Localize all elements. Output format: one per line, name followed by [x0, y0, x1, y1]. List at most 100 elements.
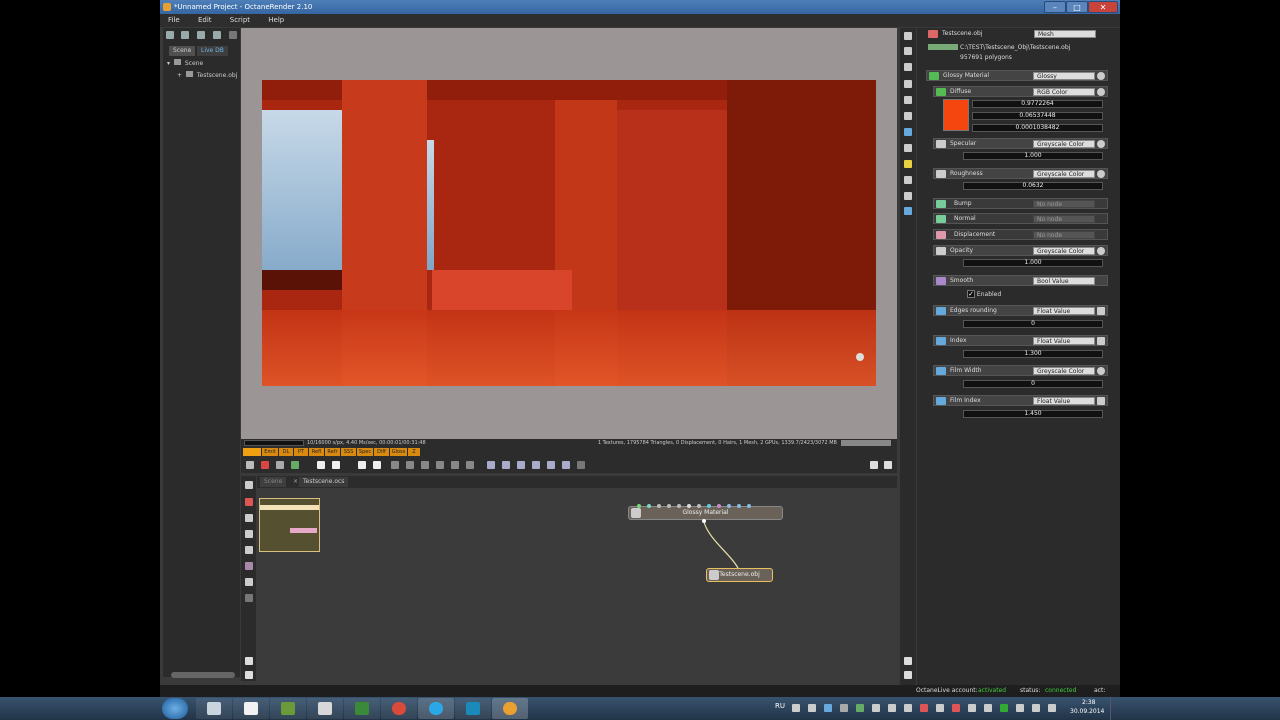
material-row[interactable]: Glossy Material Glossy [926, 70, 1108, 81]
film-index-slider[interactable]: 1.450 [963, 410, 1103, 418]
subsample-icon[interactable] [562, 461, 570, 469]
refresh-icon[interactable] [197, 31, 205, 39]
tray-icon-2[interactable] [808, 704, 816, 712]
horizontal-scrollbar[interactable] [171, 672, 235, 678]
render-viewport[interactable] [241, 28, 897, 439]
taskbar-app4[interactable] [307, 698, 343, 719]
language-indicator[interactable]: RU [775, 702, 785, 710]
object-picker-icon[interactable] [466, 461, 474, 469]
pick-icon[interactable] [276, 461, 284, 469]
film-width-eye-icon[interactable] [1097, 367, 1105, 375]
pass-pt[interactable]: PT [294, 448, 308, 456]
insp-material-icon[interactable] [904, 128, 912, 136]
tray-icon-3[interactable] [824, 704, 832, 712]
graph-navigator[interactable] [259, 498, 320, 552]
roughness-type-dropdown[interactable]: Greyscale Color [1033, 170, 1095, 178]
pass-emit[interactable]: Emit [262, 448, 278, 456]
pass-dl[interactable]: DL [279, 448, 293, 456]
film-index-type-dropdown[interactable]: Float Value [1033, 397, 1095, 405]
graph-node-icon[interactable] [245, 546, 253, 554]
menu-script[interactable]: Script [222, 14, 258, 27]
white-balance-icon[interactable] [436, 461, 444, 469]
menu-edit[interactable]: Edit [190, 14, 220, 27]
normal-dropdown[interactable]: No node [1033, 215, 1095, 223]
start-icon[interactable] [373, 461, 381, 469]
bump-dropdown[interactable]: No node [1033, 200, 1095, 208]
taskbar-chrome[interactable] [381, 698, 417, 719]
displacement-dropdown[interactable]: No node [1033, 231, 1095, 239]
diffuse-g-slider[interactable]: 0.06537448 [972, 112, 1103, 120]
opacity-eye-icon[interactable] [1097, 247, 1105, 255]
diffuse-b-slider[interactable]: 0.0001038482 [972, 124, 1103, 132]
graph-layout-icon[interactable] [245, 530, 253, 538]
edges-curve-icon[interactable] [1097, 307, 1105, 315]
smooth-checkbox-row[interactable]: ✓ Enabled [967, 290, 1087, 298]
pass-refr[interactable]: Refr [325, 448, 340, 456]
network-icon[interactable] [1032, 704, 1040, 712]
displacement-row[interactable]: Displacement No node [933, 229, 1108, 240]
tray-icon-12[interactable] [968, 704, 976, 712]
tab-live-db[interactable]: Live DB [197, 46, 228, 56]
tray-icon-7[interactable] [888, 704, 896, 712]
pass-main[interactable] [243, 448, 261, 456]
specular-slider[interactable]: 1.000 [963, 152, 1103, 160]
bump-row[interactable]: Bump No node [933, 198, 1108, 209]
smooth-row[interactable]: Smooth Bool Value [933, 275, 1108, 286]
taskbar-octane[interactable] [492, 698, 528, 719]
restart-icon[interactable] [332, 461, 340, 469]
clay-icon[interactable] [547, 461, 555, 469]
insp-camera-icon[interactable] [904, 96, 912, 104]
pin-icon[interactable] [229, 31, 237, 39]
camera-icon[interactable] [246, 461, 254, 469]
graph-texture-icon[interactable] [245, 562, 253, 570]
insp-script-icon[interactable] [904, 192, 912, 200]
insp-info-icon[interactable] [904, 207, 912, 215]
insp-fullscreen-icon[interactable] [904, 671, 912, 679]
tray-icon-1[interactable] [792, 704, 800, 712]
tray-icon-14[interactable] [1000, 704, 1008, 712]
material-picker-icon[interactable] [451, 461, 459, 469]
gear-icon[interactable] [517, 461, 525, 469]
index-curve-icon[interactable] [1097, 337, 1105, 345]
testscene-mesh-node[interactable]: Testscene.obj [706, 568, 773, 582]
insp-env-icon[interactable] [904, 144, 912, 152]
edges-type-dropdown[interactable]: Float Value [1033, 307, 1095, 315]
diffuse-eye-icon[interactable] [1097, 88, 1105, 96]
graph-tab-scene[interactable]: Scene [260, 477, 287, 487]
insp-mesh-icon[interactable] [904, 112, 912, 120]
index-slider[interactable]: 1.300 [963, 350, 1103, 358]
save-image-icon[interactable] [532, 461, 540, 469]
insp-home-icon[interactable] [904, 32, 912, 40]
diffuse-row[interactable]: Diffuse RGB Color [933, 86, 1108, 97]
clock-time[interactable]: 2:38 [1082, 699, 1095, 706]
film-width-type-dropdown[interactable]: Greyscale Color [1033, 367, 1095, 375]
wrench-icon[interactable] [213, 31, 221, 39]
maximize-button[interactable]: □ [1066, 1, 1088, 13]
pass-gloss[interactable]: Gloss [390, 448, 407, 456]
fullscreen-icon[interactable] [884, 461, 892, 469]
lock-icon[interactable] [487, 461, 495, 469]
graph-camera-icon[interactable] [245, 578, 253, 586]
tray-icon-10[interactable] [936, 704, 944, 712]
film-width-row[interactable]: Film Width Greyscale Color [933, 365, 1108, 376]
tray-icon-13[interactable] [984, 704, 992, 712]
pass-diff[interactable]: Diff [374, 448, 389, 456]
tray-icon-9[interactable] [920, 704, 928, 712]
node-graph[interactable]: Scene × Testscene.ocs Glossy Material Te… [257, 476, 897, 681]
taskbar-skype[interactable] [418, 698, 454, 719]
show-desktop-button[interactable] [1110, 697, 1118, 720]
roughness-row[interactable]: Roughness Greyscale Color [933, 168, 1108, 179]
film-width-slider[interactable]: 0 [963, 380, 1103, 388]
graph-tool-icon[interactable] [245, 481, 253, 489]
edges-row[interactable]: Edges rounding Float Value [933, 305, 1108, 316]
focus-picker-icon[interactable] [856, 353, 864, 361]
tray-icon-11[interactable] [952, 704, 960, 712]
mesh-reload-icons[interactable] [928, 44, 958, 50]
tree-item-mesh[interactable]: + Testscene.obj [177, 71, 237, 79]
close-tab-icon[interactable]: × [293, 478, 298, 485]
specular-row[interactable]: Specular Greyscale Color [933, 138, 1108, 149]
graph-tab-file[interactable]: Testscene.ocs [299, 477, 349, 487]
material-eye-icon[interactable] [1097, 72, 1105, 80]
specular-type-dropdown[interactable]: Greyscale Color [1033, 140, 1095, 148]
taskbar-notepad[interactable] [233, 698, 269, 719]
